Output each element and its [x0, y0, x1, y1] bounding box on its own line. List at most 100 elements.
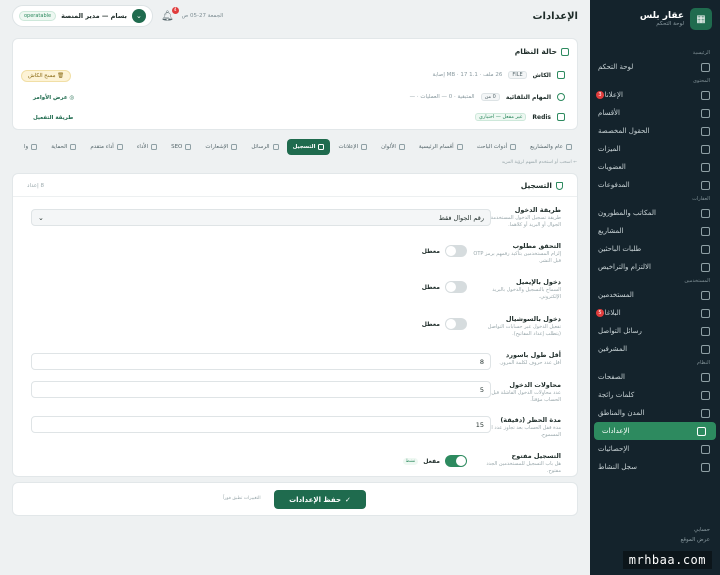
sidebar-item-label: المدن والمناطق [598, 409, 645, 417]
database-icon [557, 71, 565, 79]
settings-tab[interactable]: SEO [165, 139, 197, 155]
sidebar-item[interactable]: البلاغات 5 [590, 304, 720, 322]
history-icon [701, 462, 710, 472]
login-method-value: رقم الجوال فقط [438, 213, 484, 222]
sidebar-item[interactable]: سجل النشاط [590, 458, 720, 476]
sidebar-item[interactable]: الإحصائيات [590, 440, 720, 458]
setting-desc: إلزام المستخدمين بتأكيد رقمهم برمز OTP ق… [473, 251, 561, 264]
sidebar-item[interactable]: الالتزام والتراخيص [590, 258, 720, 276]
sidebar-item-label: المستخدمين [598, 291, 634, 299]
setting-label: دخول بالسوشيال [505, 315, 561, 323]
settings-tab-label: أداء متقدم [90, 144, 114, 150]
mail-icon [701, 326, 710, 336]
settings-tab[interactable]: الألوان [375, 139, 411, 155]
open-registration-toggle[interactable] [445, 455, 467, 467]
chevron-down-icon: ⌄ [131, 9, 146, 23]
settings-tab[interactable]: الرسائل [245, 139, 284, 155]
sidebar-item[interactable]: المشرفين [590, 340, 720, 358]
sidebar-item[interactable]: طلبات الباحثين [590, 240, 720, 258]
user-label: بسام — مدير المنصة [61, 12, 127, 20]
building-icon [566, 144, 572, 150]
setting-verify-required: التحقق مطلوب إلزام المستخدمين بتأكيد رقم… [31, 242, 561, 272]
sidebar-item[interactable]: الإعلانات 3 [590, 86, 720, 104]
sidebar-item[interactable]: الصفحات [590, 368, 720, 386]
footer-account-link[interactable]: حسابي [681, 525, 710, 535]
home-icon [361, 144, 368, 150]
clear-cache-button[interactable]: 🗑︎ مسح الكاش [21, 70, 72, 82]
gear-icon [557, 93, 565, 101]
nav-section-title: النظام [696, 360, 710, 366]
divider [13, 196, 577, 197]
setting-label: التسجيل مفتوح [511, 452, 561, 460]
sidebar-item[interactable]: الميزات [590, 140, 720, 158]
active-badge: نشط [402, 457, 419, 465]
settings-tab[interactable]: التسجيل [286, 139, 331, 155]
status-name: المهام التلقائية [505, 93, 551, 101]
settings-tab[interactable]: الإشعارات [199, 139, 243, 155]
watermark: mrhbaa.com [622, 551, 712, 569]
sidebar-item[interactable]: المستخدمين [590, 286, 720, 304]
login-method-select[interactable]: رقم الجوال فقط ⌄ [31, 209, 491, 226]
sidebar-item[interactable]: المكاتب والمطورون [590, 204, 720, 222]
clear-cache-label: مسح الكاش [28, 73, 56, 79]
page-title: الإعدادات [532, 10, 578, 22]
sidebar-item[interactable]: المشاريع [590, 222, 720, 240]
settings-tab-label: أقسام الرئيسية [418, 144, 454, 150]
sidebar-item-label: الحقول المخصصة [598, 127, 650, 135]
sidebar-item[interactable]: لوحة التحكم [590, 58, 720, 76]
lockout-input[interactable]: 15 [31, 416, 491, 433]
sidebar-item[interactable]: الإعدادات [594, 422, 716, 440]
view-commands-label: عرض الأوامر [33, 95, 68, 101]
email-login-toggle[interactable] [445, 281, 467, 293]
settings-tab[interactable]: وا [18, 139, 43, 155]
toggle-state: معطل [421, 283, 440, 291]
sidebar-item-label: البلاغات [598, 309, 621, 317]
settings-tab[interactable]: الحماية [45, 139, 82, 155]
save-bar: ✓ حفظ الإعدادات التغييرات تطبق فوراً [12, 482, 578, 516]
notifications-button[interactable]: 🔔︎ 4 [161, 6, 179, 22]
min-password-input[interactable]: 8 [31, 353, 491, 370]
sidebar-item[interactable]: الأقسام [590, 104, 720, 122]
setting-label: دخول بالإيميل [516, 278, 561, 286]
sidebar-item-label: رسائل التواصل [598, 327, 642, 335]
user-menu[interactable]: operatable بسام — مدير المنصة ⌄ [12, 5, 153, 27]
crown-icon [701, 162, 710, 172]
status-tag: 0 من [480, 93, 500, 101]
settings-tab[interactable]: عام والمشاريع [524, 139, 578, 155]
social-login-toggle[interactable] [445, 318, 467, 330]
sidebar-item-label: الصفحات [598, 373, 625, 381]
sidebar-item[interactable]: كلمات رائجة [590, 386, 720, 404]
sidebar-item[interactable]: رسائل التواصل [590, 322, 720, 340]
settings-tab[interactable]: الأداء [131, 139, 163, 155]
sidebar-item[interactable]: الحقول المخصصة [590, 122, 720, 140]
palette-icon [398, 144, 405, 150]
count-badge: 5 [596, 309, 604, 317]
brand[interactable]: ▦ عقار بلس لوحة التحكم [640, 8, 712, 30]
settings-tab[interactable]: أداء متقدم [84, 139, 129, 155]
settings-tab-label: SEO [171, 144, 183, 150]
sidebar-item[interactable]: المدفوعات [590, 176, 720, 194]
status-tag: FILE [508, 71, 527, 79]
footer-view-site-link[interactable]: عرض الموقع [681, 535, 711, 545]
star-icon [701, 144, 710, 154]
settings-tab-label: الألوان [381, 144, 396, 150]
settings-tab[interactable]: أدوات الباحث [471, 139, 522, 155]
toggle-state: معطل [421, 320, 440, 328]
toggle-group: معطل [422, 318, 467, 330]
sidebar-item-label: المكاتب والمطورون [598, 209, 656, 217]
sidebar-item[interactable]: العضويات [590, 158, 720, 176]
toggle-state: مفعل [423, 457, 440, 465]
login-attempts-input[interactable]: 5 [31, 381, 491, 398]
settings-tab[interactable]: أقسام الرئيسية [413, 139, 469, 155]
settings-tab[interactable]: الإعلانات [332, 139, 373, 155]
nav-section-title: الرئيسية [692, 50, 710, 56]
verify-required-toggle[interactable] [445, 245, 467, 257]
view-commands-link[interactable]: ◎ عرض الأوامر [27, 93, 80, 103]
search-icon [701, 244, 710, 254]
enable-method-link[interactable]: طريقة التفعيل [27, 113, 79, 123]
speed-icon [151, 144, 158, 150]
setting-login-method: طريقة الدخول طريقة تسجيل الدخول المستخدم… [31, 206, 561, 236]
sidebar-item[interactable]: المدن والمناطق [590, 404, 720, 422]
save-settings-button[interactable]: ✓ حفظ الإعدادات [274, 490, 366, 509]
status-name: الكاش [532, 71, 551, 79]
